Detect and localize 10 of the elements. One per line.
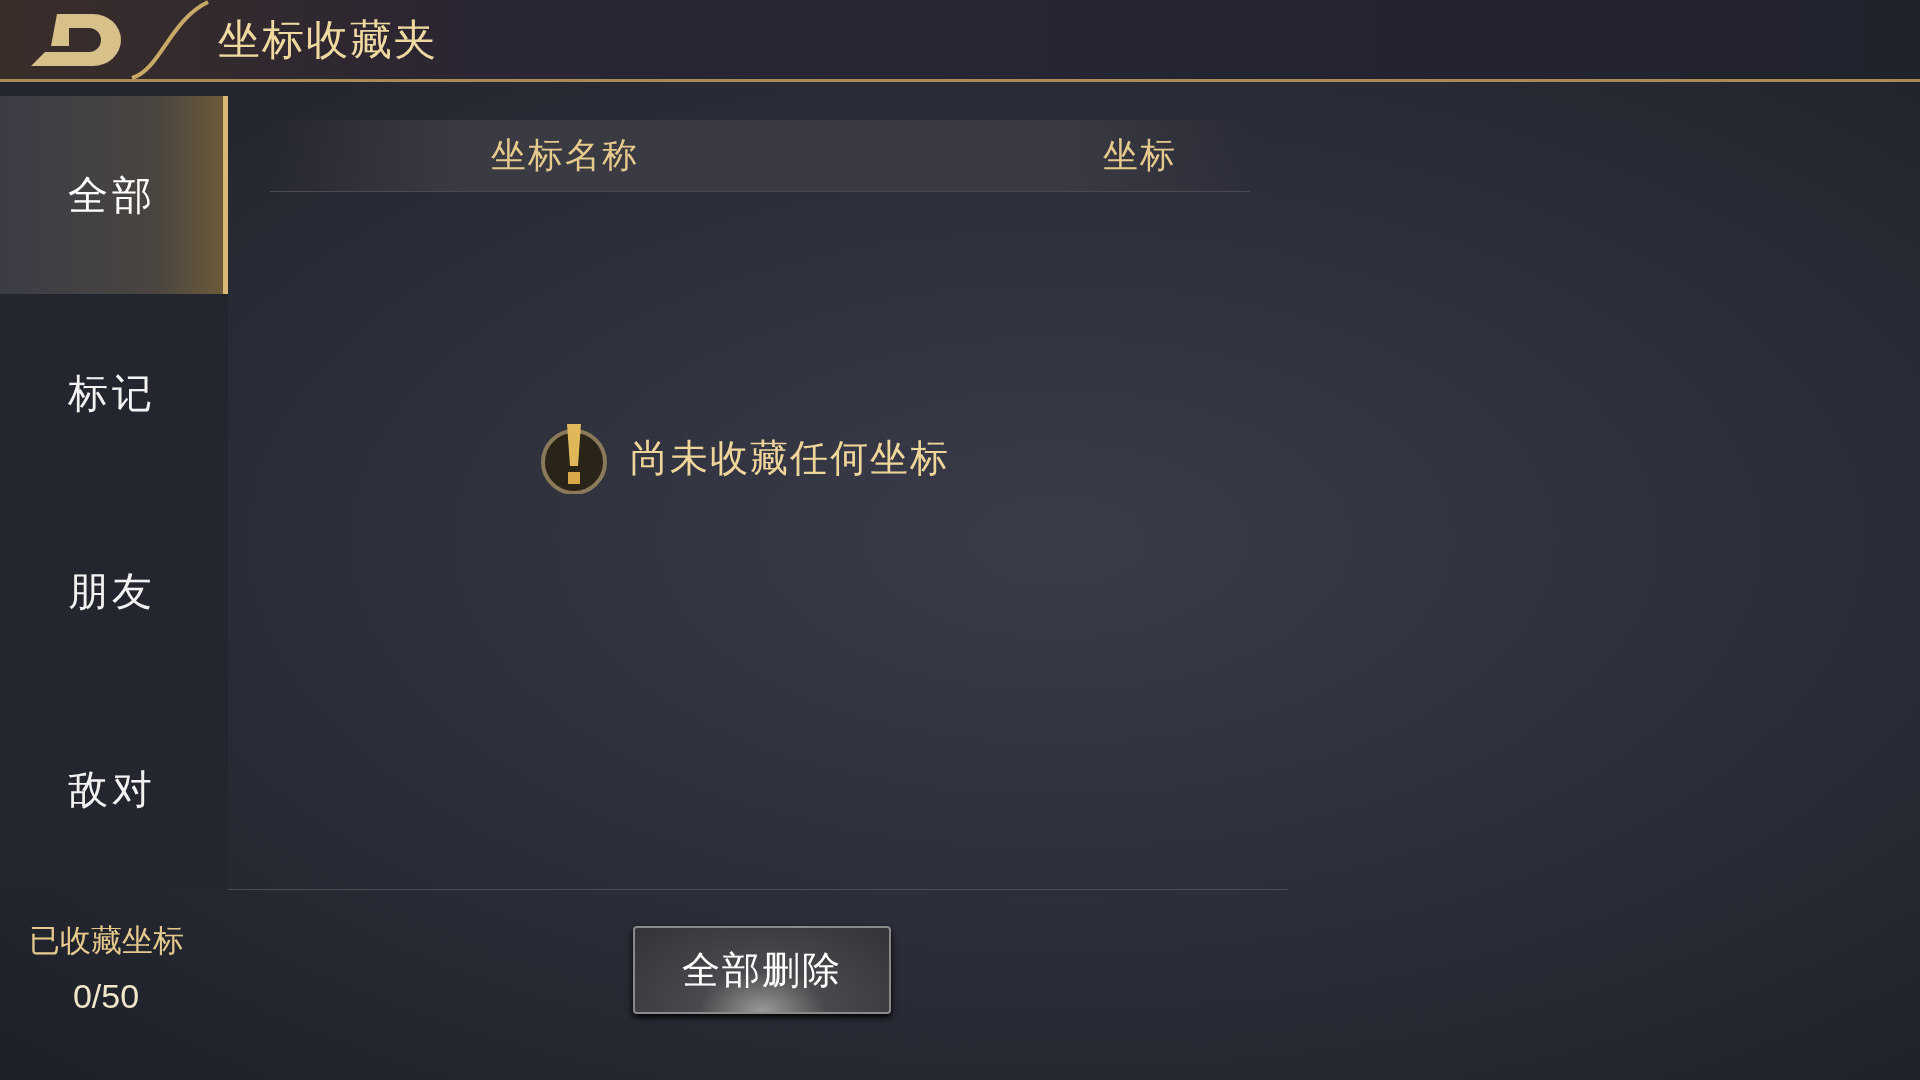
delete-all-button[interactable]: 全部删除 xyxy=(633,926,891,1014)
saved-count-value: 0/50 xyxy=(72,975,140,1017)
divider-curve-icon xyxy=(130,0,210,80)
column-header: 坐标名称 xyxy=(490,134,640,177)
saved-count-label: 已收藏坐标 xyxy=(28,922,184,960)
window-title: 坐标收藏夹 xyxy=(218,15,438,65)
empty-message: 尚未收藏任何坐标 xyxy=(630,435,950,481)
column-header: 坐标 xyxy=(1102,134,1178,177)
warning-icon xyxy=(540,422,608,494)
sidebar-tab[interactable]: 全部 xyxy=(0,96,228,294)
